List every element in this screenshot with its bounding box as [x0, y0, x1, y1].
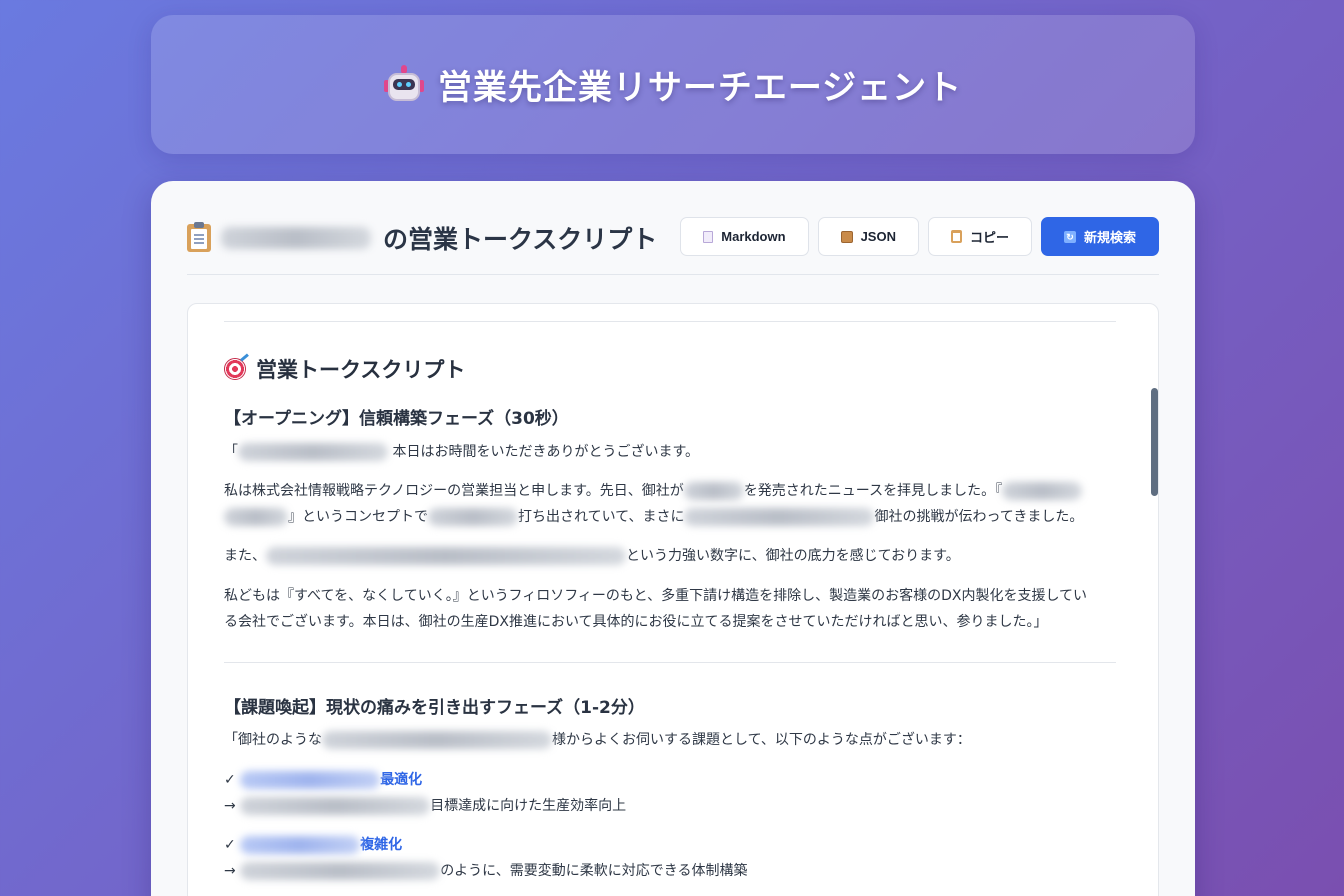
new-search-button[interactable]: ↻ 新規検索: [1040, 217, 1159, 256]
package-icon: [840, 230, 853, 243]
issues-intro: 「御社のような 様からよくお伺いする課題として、以下のような点がございます：: [224, 731, 971, 749]
json-export-button[interactable]: JSON: [817, 217, 919, 256]
result-panel: の営業トークスクリプト Markdown JSON コピー ↻ 新規検索 営業ト…: [151, 181, 1195, 896]
refresh-icon: ↻: [1063, 230, 1076, 243]
markdown-label: Markdown: [721, 229, 786, 244]
export-buttons: Markdown JSON コピー ↻ 新規検索: [680, 217, 1159, 256]
redacted-company-name: [221, 227, 371, 249]
app-title: 営業先企業リサーチエージェント: [383, 60, 963, 109]
issue-item-1-detail: → 目標達成に向けた生産効率向上: [224, 797, 627, 815]
opening-paragraph-3: また、 という力強い数字に、御社の底力を感じております。: [224, 547, 960, 565]
issue-item-2-detail: → のように、需要変動に柔軟に対応できる体制構築: [224, 862, 748, 880]
issues-heading: 【課題喚起】現状の痛みを引き出すフェーズ（1-2分）: [224, 698, 645, 718]
divider: [224, 662, 1116, 663]
document-title-suffix: の営業トークスクリプト: [383, 225, 658, 254]
opening-paragraph-2-line-2: 』というコンセプトで 打ち出されていて、まさに 御社の挑戦が伝わってきました。: [224, 504, 1083, 530]
copy-button[interactable]: コピー: [927, 217, 1032, 256]
section-heading: 営業トークスクリプト: [224, 354, 465, 384]
clipboard-icon: [950, 230, 962, 243]
result-toolbar: の営業トークスクリプト Markdown JSON コピー ↻ 新規検索: [187, 217, 1159, 275]
section-heading-text: 営業トークスクリプト: [256, 358, 466, 382]
markdown-export-button[interactable]: Markdown: [680, 217, 809, 256]
script-content[interactable]: 営業トークスクリプト 【オープニング】信頼構築フェーズ（30秒） 「 本日はお時…: [187, 303, 1159, 896]
new-search-label: 新規検索: [1083, 230, 1136, 245]
app-title-text: 営業先企業リサーチエージェント: [437, 68, 963, 108]
content-scrollbar[interactable]: [1151, 388, 1158, 496]
json-label: JSON: [860, 229, 896, 244]
document-icon: [703, 230, 714, 243]
opening-paragraph-1: 「 本日はお時間をいただきありがとうございます。: [224, 443, 700, 461]
issue-item-2: ✓ 複雑化: [224, 836, 403, 854]
target-icon: [224, 358, 246, 380]
clipboard-icon: [187, 222, 211, 252]
opening-paragraph-4-line-1: 私どもは『すべてを、なくしていく。』というフィロソフィーのもと、多重下請け構造を…: [224, 588, 1088, 604]
copy-label: コピー: [969, 230, 1009, 245]
divider: [224, 321, 1116, 322]
robot-icon: [383, 64, 424, 105]
opening-heading: 【オープニング】信頼構築フェーズ（30秒）: [224, 409, 569, 429]
app-header: 営業先企業リサーチエージェント: [151, 15, 1195, 154]
document-title: の営業トークスクリプト: [187, 219, 657, 257]
opening-paragraph-4-line-2: る会社でございます。本日は、御社の生産DX推進において具体的にお役に立てる提案を…: [224, 614, 1048, 630]
opening-paragraph-2-line-1: 私は株式会社情報戦略テクノロジーの営業担当と申します。先日、御社が を発売されたニ…: [224, 478, 1083, 504]
issue-item-1: ✓ 最適化: [224, 771, 423, 789]
